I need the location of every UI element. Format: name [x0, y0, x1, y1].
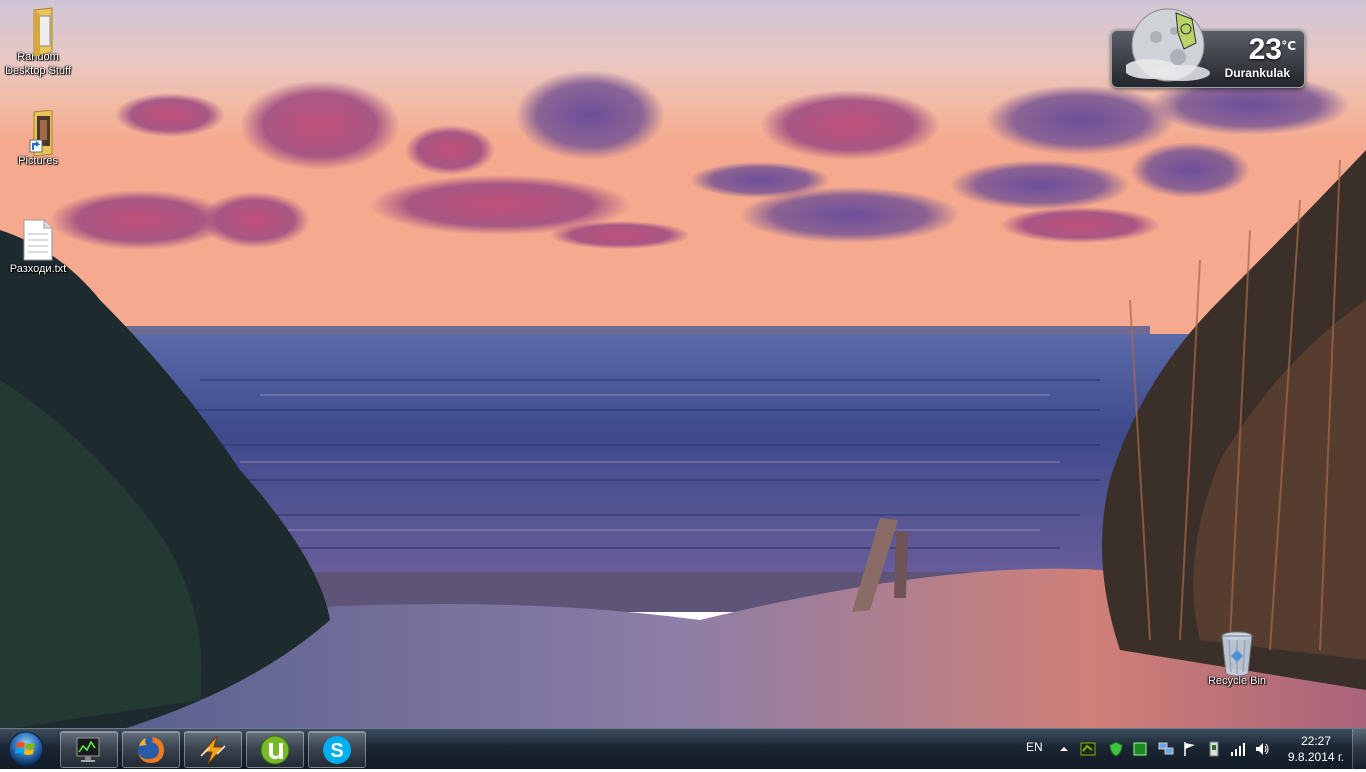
show-hidden-icon[interactable] [1056, 741, 1072, 757]
desktop-icon-razhodi-txt[interactable]: Разходи.txt [0, 218, 76, 276]
taskbar: S EN 22:27 9.8.2014 г. [0, 728, 1366, 769]
windows-start-icon [8, 731, 44, 767]
svg-text:S: S [330, 740, 343, 762]
desktop-icon-recycle-bin[interactable]: Recycle Bin [1199, 630, 1275, 688]
system-clock[interactable]: 22:27 9.8.2014 г. [1284, 733, 1348, 765]
start-button[interactable] [4, 730, 48, 768]
clock-time: 22:27 [1300, 734, 1332, 748]
folder-icon [18, 6, 58, 57]
utorrent-icon [260, 735, 290, 765]
taskbar-button-task-manager[interactable] [60, 731, 118, 768]
desktop-wallpaper [0, 0, 1366, 768]
clock-date: 9.8.2014 г. [1287, 750, 1345, 764]
taskbar-button-skype[interactable]: S [308, 731, 366, 768]
weather-location: Durankulak [1224, 66, 1290, 80]
volume-icon[interactable] [1254, 741, 1270, 757]
desktop-icon-label: Pictures [18, 155, 58, 167]
nvidia-icon[interactable] [1080, 741, 1096, 757]
action-center-flag-icon[interactable] [1182, 741, 1198, 757]
firefox-icon [138, 737, 164, 763]
recycle-bin-icon [1217, 630, 1257, 677]
removable-device-icon[interactable] [1206, 741, 1222, 757]
skype-icon: S [323, 736, 351, 764]
taskbar-button-winamp[interactable] [184, 731, 242, 768]
shield-icon[interactable] [1108, 741, 1124, 757]
network-devices-icon[interactable] [1158, 741, 1174, 757]
desktop-icon-label: Разходи.txt [9, 263, 67, 275]
desktop-icon-pictures[interactable]: Pictures [0, 109, 76, 168]
monitor-graph-icon [76, 737, 100, 762]
temperature-value: 23 [1248, 33, 1282, 66]
desktop-icon-random-desktop-stuff[interactable]: Random Desktop Stuff [0, 6, 76, 78]
taskbar-button-utorrent[interactable] [246, 731, 304, 768]
taskbar-button-firefox[interactable] [122, 731, 180, 768]
text-file-icon [18, 218, 58, 262]
green-square-icon[interactable] [1132, 741, 1148, 757]
temperature-unit: °C [1281, 39, 1296, 53]
show-desktop-button[interactable] [1352, 729, 1366, 769]
winamp-icon [200, 735, 226, 765]
signal-bars-icon[interactable] [1230, 741, 1246, 757]
language-indicator[interactable]: EN [1026, 740, 1043, 754]
moon-cloud-icon [1126, 8, 1210, 82]
weather-gadget[interactable]: 23 °C Durankulak [1111, 8, 1305, 88]
folder-shortcut-icon [18, 109, 58, 157]
